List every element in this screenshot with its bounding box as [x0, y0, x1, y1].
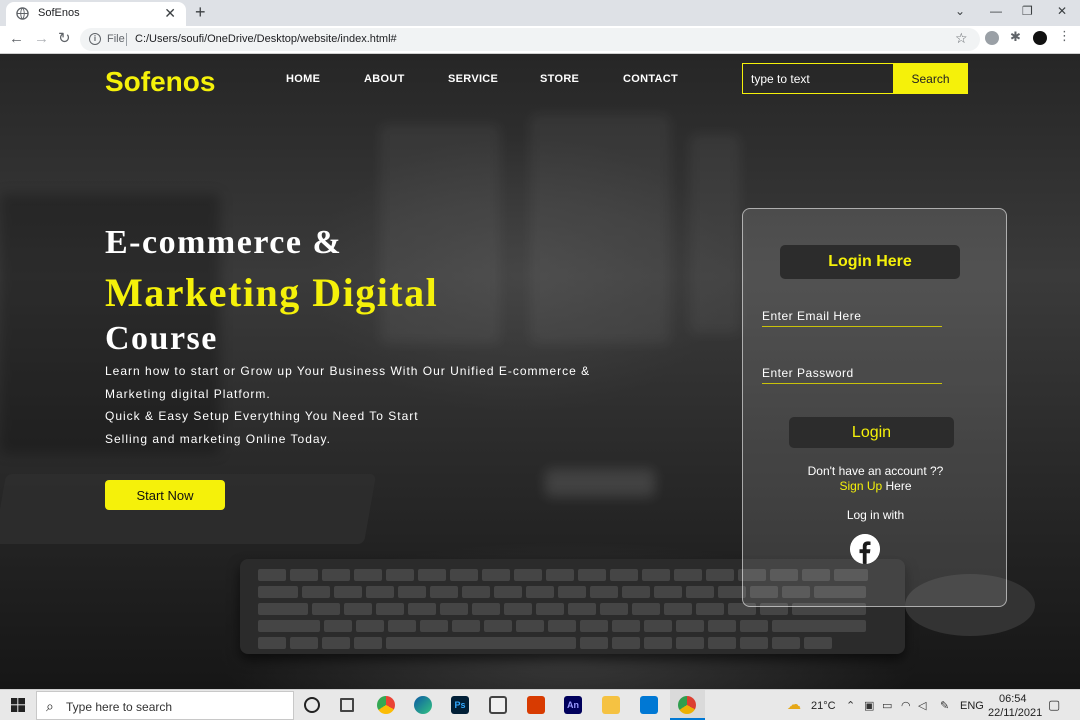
- web-page: Sofenos HOME ABOUT SERVICE STORE CONTACT…: [0, 54, 1080, 689]
- notification-icon[interactable]: ▢: [1048, 697, 1060, 713]
- nav-store[interactable]: STORE: [540, 73, 579, 85]
- signup-line: Sign Up Here: [743, 479, 1008, 493]
- clock-time[interactable]: 06:54: [999, 693, 1027, 705]
- menu-dots-icon[interactable]: ⋮: [1058, 28, 1072, 43]
- active-app-highlight: [670, 690, 705, 720]
- no-account-text: Don't have an account ??: [807, 464, 944, 478]
- password-field[interactable]: [762, 362, 942, 384]
- taskbar-search[interactable]: ⌕ Type here to search: [36, 691, 294, 720]
- site-search: Search: [742, 63, 968, 94]
- reload-icon[interactable]: ↻: [58, 30, 71, 48]
- address-separator: [126, 33, 127, 46]
- globe-icon: [16, 7, 29, 20]
- animate-icon[interactable]: An: [564, 696, 582, 714]
- signup-suffix: Here: [882, 479, 912, 493]
- minimize-icon[interactable]: —: [990, 3, 1002, 19]
- hero-title-line3: Course: [105, 320, 218, 357]
- keyboard-row: [258, 620, 866, 632]
- windows-taskbar: ⌕ Type here to search Ps An ☁ 21°C ⌃ ▣ ▭…: [0, 689, 1080, 720]
- office-icon[interactable]: [527, 696, 545, 714]
- background-shape: [530, 114, 670, 344]
- profile-avatar[interactable]: [1033, 31, 1047, 45]
- task-view-icon[interactable]: [340, 698, 354, 712]
- login-with-text: Log in with: [846, 508, 905, 522]
- keyboard-row: [258, 637, 832, 649]
- hero-title-line2: Marketing Digital: [105, 270, 439, 315]
- maximize-icon[interactable]: ❐: [1022, 3, 1033, 19]
- pen-icon[interactable]: ✎: [940, 699, 949, 712]
- hero-title-line1: E-commerce &: [105, 224, 343, 261]
- hero-description-line: Quick & Easy Setup Everything You Need T…: [105, 409, 419, 423]
- browser-tab[interactable]: SofEnos ✕: [6, 2, 186, 26]
- tray-expand-icon[interactable]: ⌃: [846, 699, 855, 712]
- nav-about[interactable]: ABOUT: [364, 73, 405, 85]
- site-logo[interactable]: Sofenos: [105, 66, 215, 98]
- chrome-icon[interactable]: [377, 696, 395, 714]
- info-icon[interactable]: i: [89, 33, 101, 45]
- weather-temp[interactable]: 21°C: [811, 700, 836, 712]
- background-shape: [545, 469, 655, 497]
- store-icon[interactable]: [489, 696, 507, 714]
- login-card: Login Here Login Don't have an account ?…: [742, 208, 1007, 607]
- url-text[interactable]: C:/Users/soufi/OneDrive/Desktop/website/…: [135, 33, 397, 45]
- search-input[interactable]: [742, 63, 894, 94]
- hero-description-line: Marketing digital Platform.: [105, 387, 271, 401]
- battery-icon[interactable]: ▭: [882, 699, 892, 712]
- start-now-button[interactable]: Start Now: [105, 480, 225, 510]
- email-field[interactable]: [762, 305, 942, 327]
- login-button[interactable]: Login: [789, 417, 954, 448]
- signup-link[interactable]: Sign Up: [839, 479, 882, 493]
- tray-app-icon[interactable]: ▣: [864, 699, 874, 712]
- cortana-icon[interactable]: [304, 697, 320, 713]
- wifi-icon[interactable]: ◠: [901, 699, 911, 712]
- language-indicator[interactable]: ENG: [960, 700, 984, 712]
- weather-icon[interactable]: ☁: [787, 696, 801, 713]
- volume-icon[interactable]: ◁: [918, 699, 926, 712]
- edge-icon[interactable]: [414, 696, 432, 714]
- search-button[interactable]: Search: [893, 63, 968, 94]
- hero-description-line: Selling and marketing Online Today.: [105, 432, 332, 446]
- address-bar[interactable]: i File C:/Users/soufi/OneDrive/Desktop/w…: [80, 28, 980, 51]
- back-icon[interactable]: ←: [9, 30, 24, 48]
- background-shape: [690, 134, 740, 334]
- browser-tabstrip: SofEnos ✕ + ⌄ — ❐ ✕: [0, 0, 1080, 26]
- hero-description-line: Learn how to start or Grow up Your Busin…: [105, 364, 591, 378]
- window-close-icon[interactable]: ✕: [1057, 3, 1067, 19]
- clock-date[interactable]: 22/11/2021: [988, 707, 1042, 719]
- tab-search-icon[interactable]: ⌄: [955, 3, 965, 19]
- file-scheme-label: File: [107, 33, 125, 45]
- tab-title: SofEnos: [38, 7, 80, 19]
- tab-close-icon[interactable]: ✕: [164, 5, 176, 21]
- taskbar-search-text: Type here to search: [66, 700, 173, 714]
- facebook-icon[interactable]: [850, 534, 880, 564]
- login-title: Login Here: [780, 245, 960, 279]
- new-tab-button[interactable]: +: [195, 2, 206, 22]
- nav-home[interactable]: HOME: [286, 73, 320, 85]
- search-icon: ⌕: [46, 698, 54, 714]
- nav-contact[interactable]: CONTACT: [623, 73, 678, 85]
- photoshop-icon[interactable]: Ps: [451, 696, 469, 714]
- forward-icon[interactable]: →: [34, 30, 49, 48]
- nav-service[interactable]: SERVICE: [448, 73, 498, 85]
- extension-icon[interactable]: [985, 31, 999, 45]
- puzzle-icon[interactable]: ✱: [1010, 29, 1024, 44]
- bookmark-star-icon[interactable]: ☆: [955, 30, 968, 47]
- windows-start-icon[interactable]: [11, 698, 25, 712]
- browser-toolbar: ← → ↻ i File C:/Users/soufi/OneDrive/Des…: [0, 26, 1080, 54]
- vscode-icon[interactable]: [640, 696, 658, 714]
- file-explorer-icon[interactable]: [602, 696, 620, 714]
